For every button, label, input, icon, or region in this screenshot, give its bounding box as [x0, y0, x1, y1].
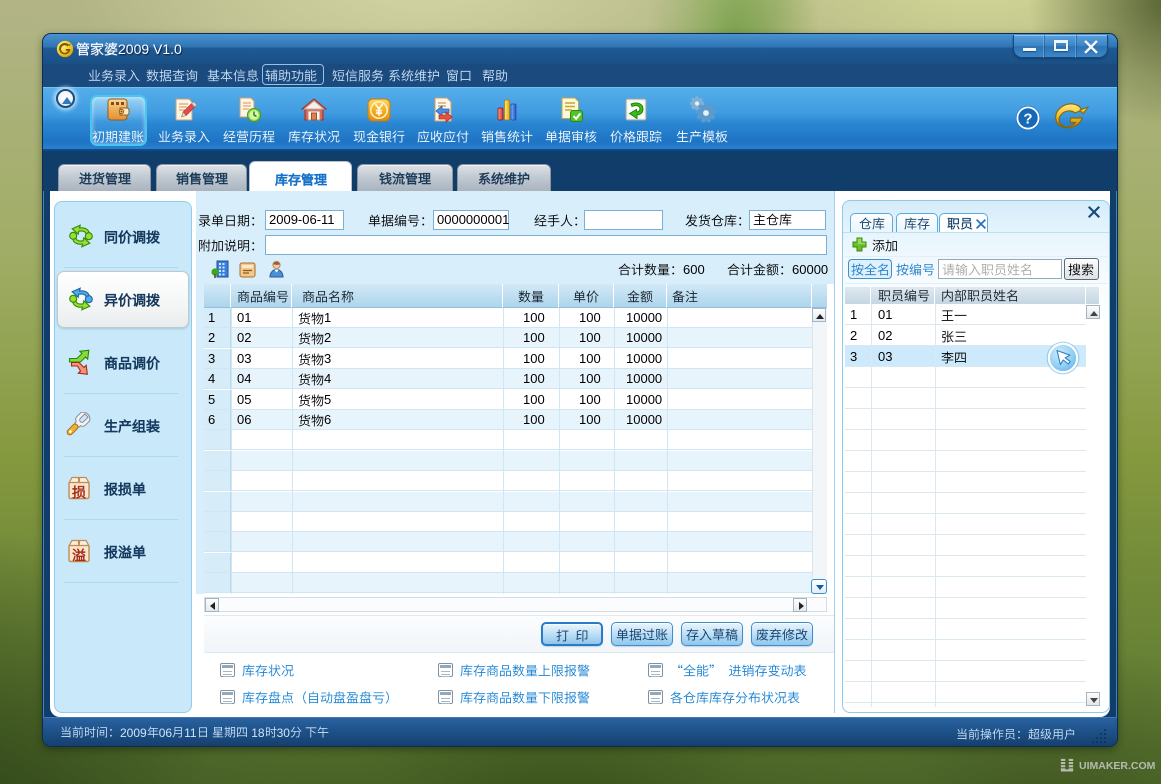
svg-text:?: ? — [1023, 111, 1032, 128]
